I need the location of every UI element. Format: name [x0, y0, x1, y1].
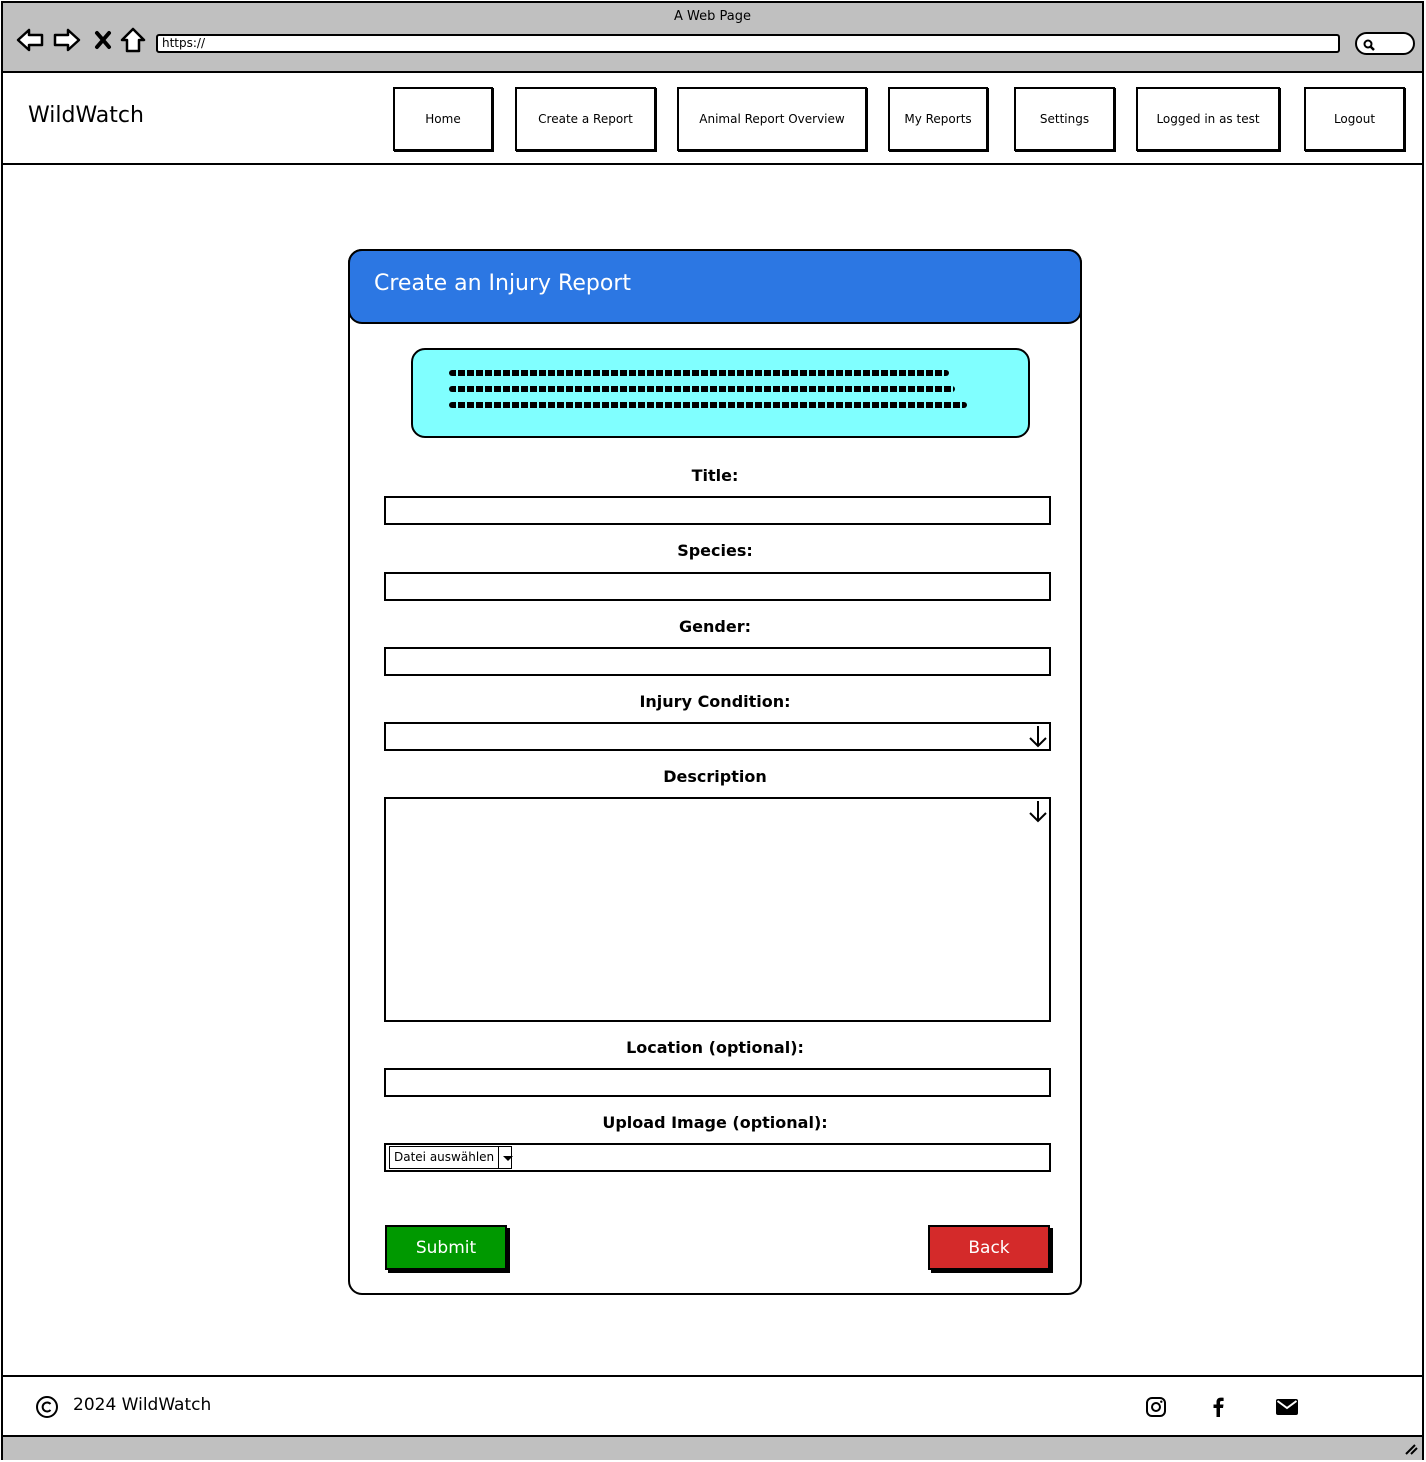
submit-button[interactable]: Submit	[385, 1225, 507, 1270]
dropdown-arrow-icon[interactable]	[498, 1147, 513, 1168]
nav-logout[interactable]: Logout	[1304, 87, 1405, 151]
location-input[interactable]	[384, 1068, 1051, 1097]
choose-file-label: Datei auswählen	[394, 1150, 495, 1164]
browser-status-bar	[3, 1435, 1422, 1460]
card-header: Create an Injury Report	[348, 249, 1082, 324]
injury-condition-select[interactable]	[384, 722, 1051, 751]
description-label: Description	[663, 767, 767, 786]
mail-icon[interactable]	[1275, 1395, 1299, 1419]
scroll-down-icon[interactable]	[1027, 799, 1049, 825]
nav-my-reports[interactable]: My Reports	[888, 87, 988, 151]
choose-file-button[interactable]: Datei auswählen	[389, 1146, 513, 1169]
brand-logo-text: WildWatch	[28, 103, 144, 128]
description-textarea[interactable]	[384, 797, 1051, 1022]
site-footer: 2024 WildWatch	[3, 1375, 1422, 1435]
close-icon[interactable]	[89, 25, 119, 55]
species-label: Species:	[677, 541, 753, 560]
title-input[interactable]	[384, 496, 1051, 525]
location-label: Location (optional):	[626, 1038, 804, 1057]
resize-grip-icon[interactable]	[1404, 1443, 1418, 1455]
chevron-down-icon	[1029, 726, 1047, 748]
browser-search-field[interactable]	[1355, 32, 1415, 55]
home-icon[interactable]	[118, 25, 148, 55]
gender-input[interactable]	[384, 647, 1051, 676]
upload-image-label: Upload Image (optional):	[602, 1113, 828, 1132]
gender-label: Gender:	[679, 617, 751, 636]
nav-create-report[interactable]: Create a Report	[515, 87, 656, 151]
placeholder-text-line	[449, 402, 967, 408]
facebook-icon[interactable]	[1206, 1395, 1230, 1419]
nav-settings[interactable]: Settings	[1014, 87, 1115, 151]
nav-logged-in-user[interactable]: Logged in as test	[1136, 87, 1280, 151]
window-title: A Web Page	[674, 9, 751, 24]
url-bar[interactable]: https://	[156, 34, 1340, 53]
placeholder-text-line	[449, 386, 955, 392]
copyright-icon	[36, 1396, 58, 1418]
instagram-icon[interactable]	[1144, 1395, 1168, 1419]
placeholder-text-line	[449, 370, 949, 376]
copyright-text: 2024 WildWatch	[73, 1395, 212, 1415]
browser-window: A Web Page https:// WildWatch Home Creat…	[1, 1, 1424, 1460]
back-button[interactable]: Back	[928, 1225, 1050, 1270]
site-header: WildWatch Home Create a Report Animal Re…	[3, 73, 1422, 165]
nav-animal-report-overview[interactable]: Animal Report Overview	[677, 87, 867, 151]
title-label: Title:	[691, 466, 739, 485]
back-arrow-icon[interactable]	[15, 25, 45, 55]
injury-condition-label: Injury Condition:	[639, 692, 791, 711]
species-input[interactable]	[384, 572, 1051, 601]
info-text-box	[411, 348, 1030, 438]
file-upload-input[interactable]: Datei auswählen	[384, 1143, 1051, 1172]
injury-report-card: Create an Injury Report Title: Species: …	[348, 249, 1082, 1295]
nav-home[interactable]: Home	[393, 87, 493, 151]
form-title: Create an Injury Report	[374, 271, 631, 296]
browser-chrome: A Web Page https://	[3, 3, 1422, 73]
forward-arrow-icon[interactable]	[52, 25, 82, 55]
search-icon	[1363, 39, 1375, 51]
